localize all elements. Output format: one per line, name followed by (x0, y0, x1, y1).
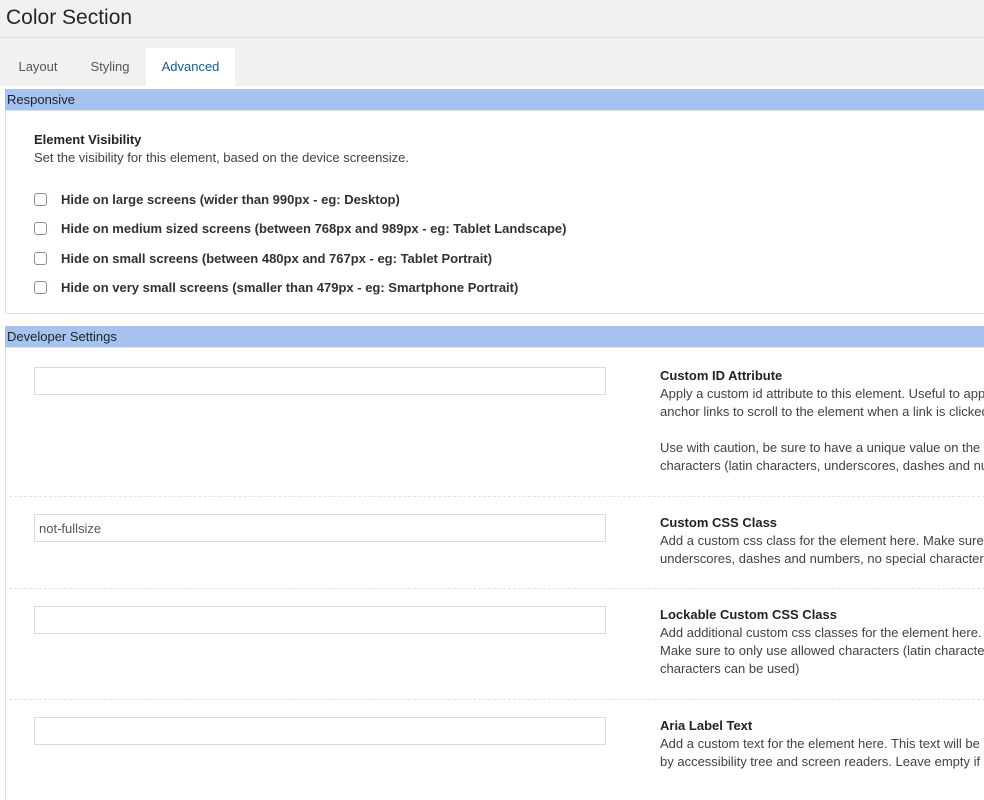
tab-advanced[interactable]: Advanced (146, 48, 235, 86)
hide-medium-checkbox[interactable] (34, 221, 47, 235)
section-body-responsive: Element Visibility Set the visibility fo… (5, 110, 984, 314)
section-header-responsive[interactable]: Responsive (5, 89, 984, 110)
hide-small-label: Hide on small screens (between 480px and… (61, 250, 493, 266)
hide-large-label: Hide on large screens (wider than 990px … (61, 191, 400, 207)
custom-id-description: Custom ID Attribute Apply a custom id at… (660, 367, 984, 475)
visibility-description: Set the visibility for this element, bas… (34, 150, 410, 165)
aria-label-input[interactable] (34, 717, 606, 745)
tab-styling[interactable]: Styling (76, 48, 144, 86)
custom-css-class-desc-line: underscores, dashes and numbers, no spec… (660, 551, 984, 566)
lockable-css-class-desc-line: Add additional custom css classes for th… (660, 625, 984, 640)
tab-layout[interactable]: Layout (0, 48, 76, 86)
lockable-css-class-description: Lockable Custom CSS Class Add additional… (660, 606, 984, 678)
custom-id-caution-line: Use with caution, be sure to have a uniq… (660, 440, 984, 455)
lockable-css-class-desc-line: characters can be used) (660, 661, 800, 676)
custom-id-desc-line: anchor links to scroll to the element wh… (660, 404, 984, 419)
hide-very-small-checkbox[interactable] (34, 280, 47, 294)
hide-small-checkbox[interactable] (34, 251, 47, 265)
field-divider (9, 588, 984, 589)
custom-id-caution-line: characters (latin characters, underscore… (660, 458, 984, 473)
aria-label-label: Aria Label Text (660, 718, 753, 733)
section-body-developer-settings: Custom ID Attribute Apply a custom id at… (5, 347, 984, 800)
hide-large-checkbox[interactable] (34, 192, 47, 206)
aria-label-desc-line: Add a custom text for the element here. … (660, 736, 984, 751)
hide-small-option[interactable]: Hide on small screens (between 480px and… (34, 249, 492, 267)
lockable-css-class-label: Lockable Custom CSS Class (660, 607, 837, 622)
hide-large-option[interactable]: Hide on large screens (wider than 990px … (34, 190, 400, 208)
custom-css-class-description: Custom CSS Class Add a custom css class … (660, 514, 984, 568)
custom-id-desc-line: Apply a custom id attribute to this elem… (660, 386, 984, 401)
custom-css-class-desc-line: Add a custom css class for the element h… (660, 533, 984, 548)
custom-id-label: Custom ID Attribute (660, 368, 783, 383)
section-header-developer-settings[interactable]: Developer Settings (5, 326, 984, 347)
hide-medium-label: Hide on medium sized screens (between 76… (61, 220, 567, 236)
tab-bar: Layout Styling Advanced (0, 38, 984, 86)
page: Color Section Layout Styling Advanced Re… (0, 0, 984, 800)
tab-content-advanced: Responsive Element Visibility Set the vi… (0, 86, 984, 800)
lockable-css-class-desc-line: Make sure to only use allowed characters… (660, 643, 984, 658)
lockable-css-class-input[interactable] (34, 606, 606, 634)
custom-css-class-label: Custom CSS Class (660, 515, 778, 530)
hide-medium-option[interactable]: Hide on medium sized screens (between 76… (34, 219, 566, 237)
custom-css-class-input[interactable] (34, 514, 606, 542)
aria-label-description: Aria Label Text Add a custom text for th… (660, 717, 984, 771)
field-divider (9, 496, 984, 497)
hide-very-small-label: Hide on very small screens (smaller than… (61, 279, 519, 295)
field-divider (9, 699, 984, 700)
title-bar: Color Section (0, 0, 984, 38)
hide-very-small-option[interactable]: Hide on very small screens (smaller than… (34, 278, 518, 296)
custom-id-input[interactable] (34, 367, 606, 395)
visibility-title: Element Visibility (34, 132, 142, 147)
page-title: Color Section (6, 6, 133, 29)
aria-label-desc-line: by accessibility tree and screen readers… (660, 754, 984, 769)
